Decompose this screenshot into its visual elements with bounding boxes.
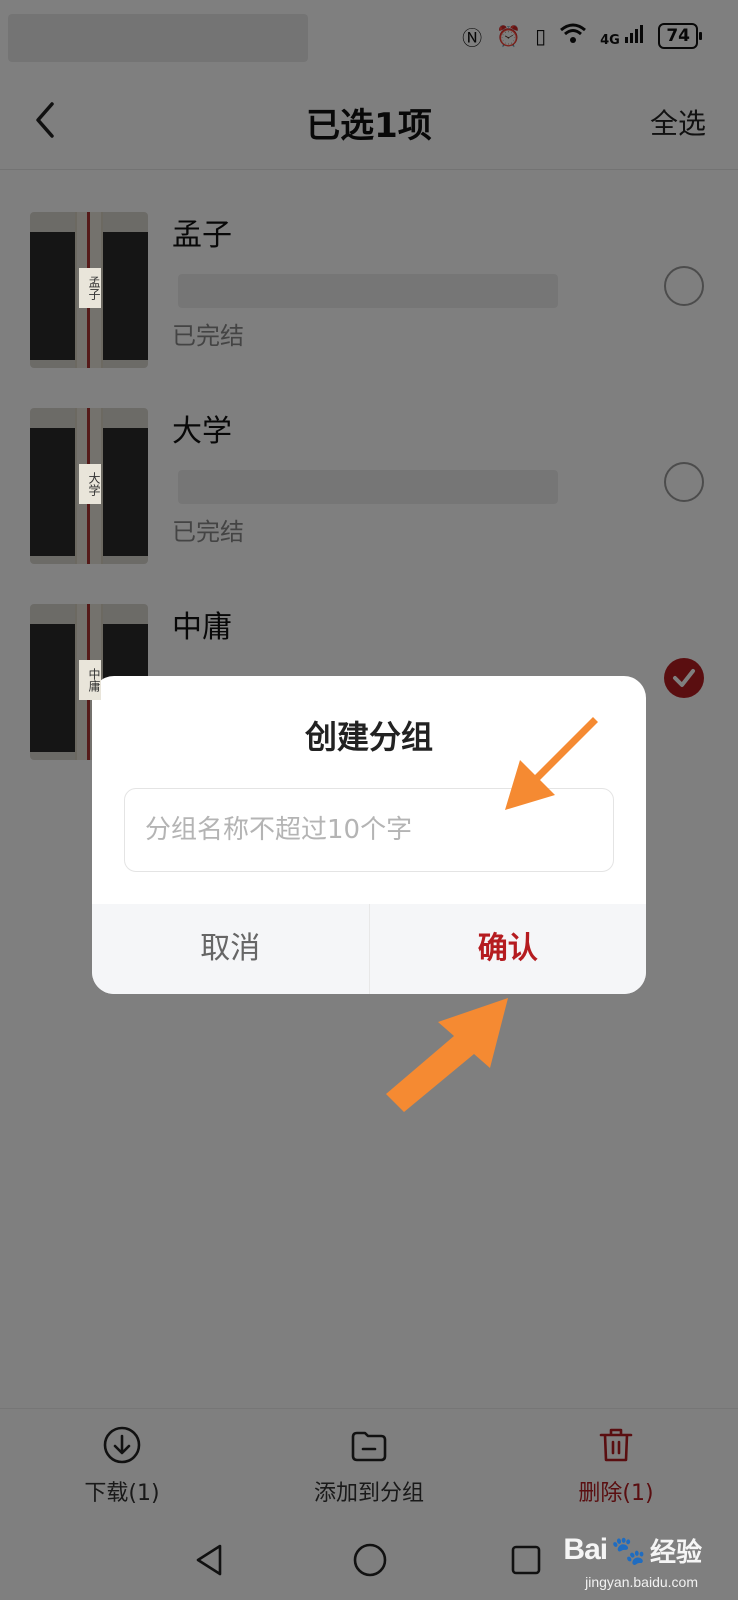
confirm-button[interactable]: 确认	[370, 904, 647, 994]
dialog-actions: 取消 确认	[92, 904, 646, 994]
cover-title: 孟子	[79, 268, 101, 308]
annotation-arrow-icon	[505, 717, 598, 810]
cover-title: 中庸	[79, 660, 101, 700]
paw-icon: 🐾	[611, 1533, 646, 1567]
cover-title: 大学	[79, 464, 101, 504]
watermark-suffix: 经验	[649, 1537, 702, 1568]
baidu-watermark: Bai 🐾 经验	[563, 1528, 702, 1572]
annotation-arrow-icon	[386, 998, 508, 1112]
cancel-button[interactable]: 取消	[92, 904, 370, 994]
watermark-url: jingyan.baidu.com	[585, 1574, 698, 1590]
watermark-brand: Bai	[563, 1533, 608, 1566]
